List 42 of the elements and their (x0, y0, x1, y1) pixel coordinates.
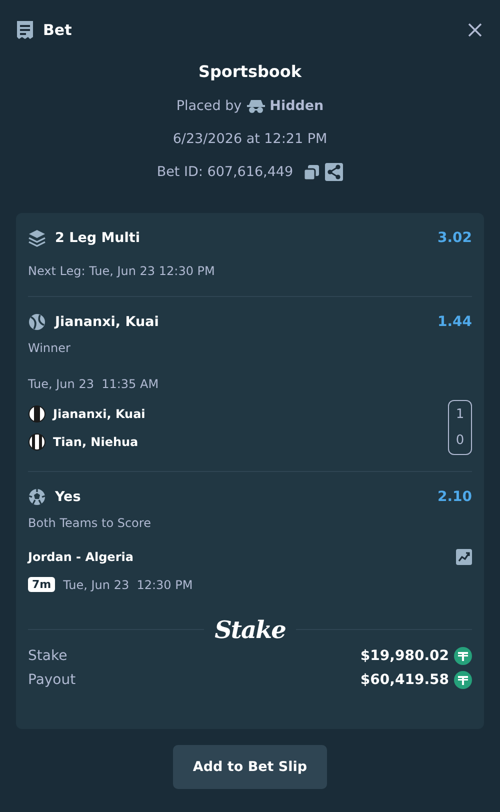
striped-jersey-icon (28, 404, 46, 422)
tether-coin-icon (454, 671, 472, 689)
odds-value: 2.10 (437, 489, 472, 505)
total-label: Payout (28, 672, 76, 688)
amount-value: $19,980.02 (360, 648, 449, 664)
odds-value: 3.02 (437, 230, 472, 246)
competitor-name: Jiananxi, Kuai (53, 406, 146, 420)
add-to-bet-slip-button[interactable]: Add to Bet Slip (172, 745, 328, 789)
receipt-icon (16, 20, 34, 40)
event-time: Tue, Jun 23 12:30 PM (63, 578, 193, 592)
brand-logo: Stake (214, 614, 286, 644)
selection-name: Jiananxi, Kuai (55, 314, 159, 330)
bet-title: 2 Leg Multi (55, 230, 140, 246)
bet-type-title: Sportsbook (198, 62, 302, 83)
live-time-badge: 7m (28, 577, 56, 592)
tether-coin-icon (454, 647, 472, 665)
close-icon[interactable] (468, 23, 482, 37)
event-time: Tue, Jun 23 11:35 AM (28, 377, 160, 391)
total-label: Stake (28, 648, 68, 664)
next-leg-time: Next Leg: Tue, Jun 23 12:30 PM (28, 264, 216, 280)
bet-id: Bet ID: 607,616,449 (156, 164, 294, 180)
striped-jersey-icon (28, 432, 46, 450)
score-value: 0 (456, 433, 464, 448)
score-value: 1 (456, 406, 464, 422)
tennis-ball-icon (28, 313, 46, 331)
match-name: Jordan - Algeria (28, 550, 134, 564)
copy-icon[interactable] (303, 164, 320, 180)
user-name: Hidden (270, 98, 324, 114)
odds-value: 1.44 (437, 314, 472, 330)
soccer-ball-icon (28, 488, 46, 506)
layers-icon (28, 229, 46, 247)
selection-name: Yes (55, 489, 81, 505)
placed-by-label: Placed by (176, 98, 242, 114)
share-icon[interactable] (325, 163, 344, 181)
dialog-title: Bet (43, 21, 72, 39)
market-name: Winner (28, 341, 72, 355)
competitor-name: Tian, Niehua (53, 434, 138, 448)
incognito-icon (246, 99, 265, 113)
bet-date: 6/23/2026 at 12:21 PM (172, 130, 328, 149)
market-name: Both Teams to Score (28, 516, 152, 530)
chart-icon[interactable] (456, 549, 472, 565)
amount-value: $60,419.58 (360, 672, 449, 688)
